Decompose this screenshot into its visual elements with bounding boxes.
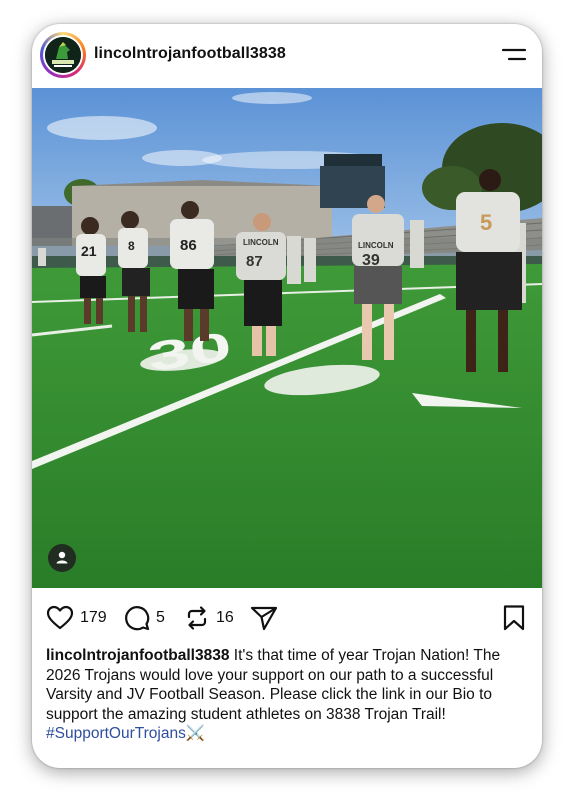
heart-icon xyxy=(46,605,74,630)
comment-count: 5 xyxy=(156,609,165,626)
post-action-bar: 179 5 16 xyxy=(32,600,542,636)
svg-text:LINCOLN: LINCOLN xyxy=(243,238,279,247)
svg-text:LINCOLN: LINCOLN xyxy=(358,241,394,250)
like-button[interactable]: 179 xyxy=(46,604,107,632)
comment-button[interactable]: 5 xyxy=(124,604,165,632)
svg-text:39: 39 xyxy=(362,252,380,269)
instagram-post-card: lincolntrojanfootball3838 21 8 86 LINCOL… xyxy=(32,24,542,768)
svg-text:87: 87 xyxy=(246,253,263,270)
avatar[interactable] xyxy=(43,35,83,75)
football-team-photo: 30 21 xyxy=(32,88,542,588)
send-icon xyxy=(250,606,278,631)
crossed-swords-emoji: ⚔️ xyxy=(185,725,206,742)
trojan-logo-icon xyxy=(45,37,81,73)
team-logo-avatar xyxy=(45,37,81,73)
post-caption: lincolntrojanfootball3838 It's that time… xyxy=(46,646,532,744)
hamburger-icon[interactable] xyxy=(500,44,528,66)
comment-icon xyxy=(125,606,150,631)
avatar-story-ring[interactable] xyxy=(40,32,86,78)
svg-text:86: 86 xyxy=(180,237,197,254)
post-photo[interactable]: 30 21 xyxy=(32,88,542,588)
like-count: 179 xyxy=(80,609,107,626)
hashtag-link[interactable]: #SupportOurTrojans xyxy=(46,725,186,742)
share-button[interactable] xyxy=(250,604,278,632)
post-header: lincolntrojanfootball3838 xyxy=(32,24,542,88)
user-tag-icon[interactable] xyxy=(48,544,76,572)
post-username[interactable]: lincolntrojanfootball3838 xyxy=(94,45,286,63)
bookmark-icon xyxy=(503,605,525,631)
repost-count: 16 xyxy=(216,609,234,626)
svg-text:5: 5 xyxy=(480,210,492,235)
caption-username[interactable]: lincolntrojanfootball3838 xyxy=(46,647,229,664)
repost-button[interactable]: 16 xyxy=(184,604,234,632)
svg-text:8: 8 xyxy=(128,239,135,253)
repost-icon xyxy=(187,606,207,630)
svg-text:21: 21 xyxy=(81,243,97,259)
save-button[interactable] xyxy=(502,604,526,637)
